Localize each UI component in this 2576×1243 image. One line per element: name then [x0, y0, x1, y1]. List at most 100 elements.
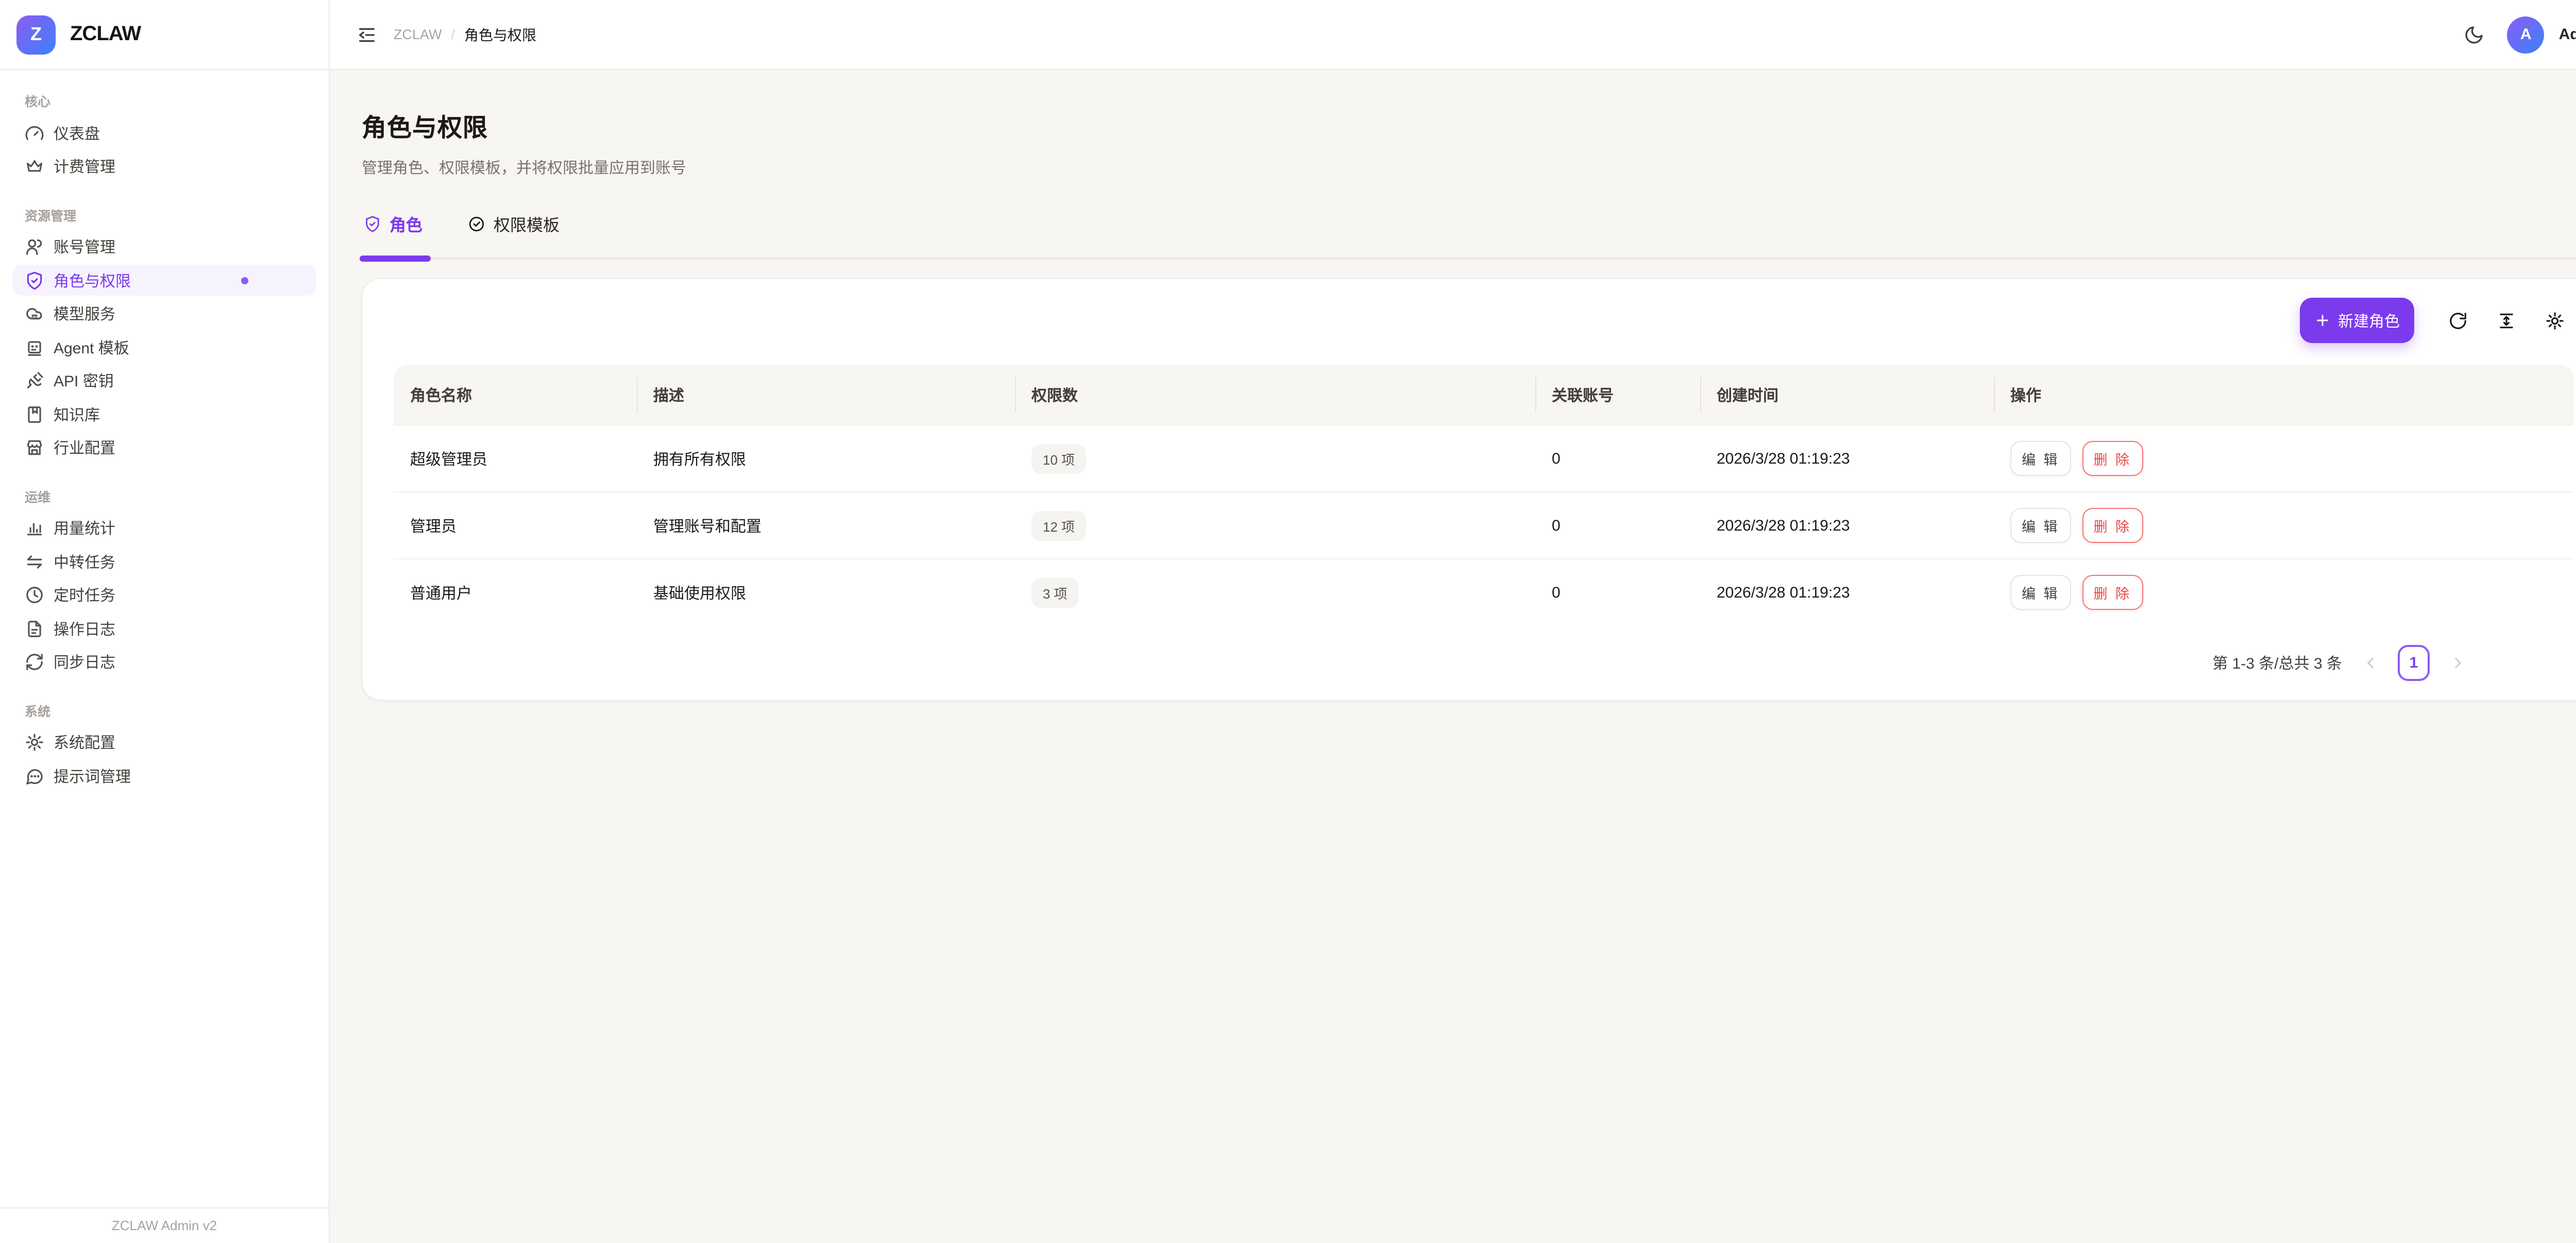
sidebar-item-model-services[interactable]: 模型服务 [12, 298, 316, 329]
brand-logo-letter: Z [30, 24, 42, 45]
file-text-icon [25, 619, 44, 638]
refresh-table-button[interactable] [2438, 301, 2477, 340]
app-version: ZCLAW Admin v2 [112, 1218, 217, 1233]
edit-button[interactable]: 编 辑 [2010, 508, 2071, 543]
sidebar-item-label: API 密钥 [54, 370, 114, 391]
shell: ZCLAW / 角色与权限 A Admin 角色与权限 管理角色、权限模板，并将… [330, 0, 2576, 1243]
cell-role-name: 管理员 [394, 515, 637, 536]
column-header-actions: 操作 [1994, 365, 2574, 424]
users-icon [25, 237, 44, 257]
main-content: 角色与权限 管理角色、权限模板，并将权限批量应用到账号 角色 权限模板 [330, 70, 2576, 1243]
sidebar-item-agent-templates[interactable]: Agent 模板 [12, 332, 316, 363]
table-row: 超级管理员 拥有所有权限 10 项 0 2026/3/28 01:19:23 编… [394, 424, 2574, 491]
sidebar-item-usage-stats[interactable]: 用量统计 [12, 513, 316, 543]
column-header-linked-accounts: 关联账号 [1535, 365, 1700, 424]
circle-check-icon [468, 215, 485, 232]
cell-description: 拥有所有权限 [637, 448, 1015, 469]
sidebar-item-prompt-management[interactable]: 提示词管理 [12, 760, 316, 791]
roles-table: 角色名称 描述 权限数 关联账号 创建时间 操作 超级管理员 拥有所有权限 10… [394, 365, 2574, 625]
page-subtitle: 管理角色、权限模板，并将权限批量应用到账号 [362, 157, 2576, 178]
message-dots-icon [25, 766, 44, 786]
cell-description: 管理账号和配置 [637, 515, 1015, 536]
swap-arrows-icon [25, 552, 44, 571]
cell-linked-accounts: 0 [1535, 517, 1700, 534]
breadcrumb-current: 角色与权限 [464, 24, 536, 45]
sidebar-item-label: 行业配置 [54, 437, 115, 458]
column-header-created-at: 创建时间 [1700, 365, 1994, 424]
pagination-summary: 第 1-3 条/总共 3 条 [2212, 652, 2342, 673]
cell-actions: 编 辑 删 除 [1994, 508, 2574, 543]
prev-page-button[interactable] [2357, 649, 2383, 676]
sidebar-item-label: Agent 模板 [54, 336, 129, 358]
sidebar-collapse-button[interactable] [348, 16, 385, 53]
sidebar-item-label: 同步日志 [54, 651, 115, 673]
column-header-role-name: 角色名称 [394, 365, 637, 424]
brand-name: ZCLAW [70, 23, 141, 46]
edit-button[interactable]: 编 辑 [2010, 575, 2071, 610]
delete-button[interactable]: 删 除 [2082, 441, 2143, 476]
sidebar-item-knowledge-base[interactable]: 知识库 [12, 399, 316, 430]
user-name[interactable]: Admin [2559, 26, 2576, 43]
edit-button[interactable]: 编 辑 [2010, 441, 2071, 476]
panel-collapse-icon [357, 24, 377, 45]
reload-icon [2448, 311, 2467, 330]
sidebar-item-operation-logs[interactable]: 操作日志 [12, 613, 316, 644]
topbar-right: A Admin [2456, 16, 2576, 53]
avatar[interactable]: A [2507, 16, 2545, 53]
nav-section-ops: 运维 [12, 486, 316, 505]
sidebar-item-billing[interactable]: 计费管理 [12, 151, 316, 182]
table-row: 管理员 管理账号和配置 12 项 0 2026/3/28 01:19:23 编 … [394, 491, 2574, 558]
sidebar-item-roles-permissions[interactable]: 角色与权限 [12, 265, 316, 296]
tab-label: 角色 [389, 211, 422, 236]
sidebar-item-api-keys[interactable]: API 密钥 [12, 365, 316, 396]
tab-roles[interactable]: 角色 [362, 211, 425, 258]
sidebar-item-accounts[interactable]: 账号管理 [12, 231, 316, 262]
sidebar-item-label: 定时任务 [54, 584, 115, 606]
sidebar-item-dashboard[interactable]: 仪表盘 [12, 117, 316, 148]
nav-section-core: 核心 [12, 91, 316, 110]
cell-linked-accounts: 0 [1535, 450, 1700, 467]
cell-actions: 编 辑 删 除 [1994, 575, 2574, 610]
avatar-letter: A [2520, 26, 2532, 43]
sidebar-item-label: 知识库 [54, 403, 100, 425]
gear-icon [25, 733, 44, 752]
permission-count-badge: 10 项 [1031, 444, 1086, 473]
table-settings-button[interactable] [2535, 301, 2574, 340]
gear-icon [2545, 311, 2564, 330]
breadcrumb-root[interactable]: ZCLAW [394, 27, 442, 42]
cell-role-name: 超级管理员 [394, 448, 637, 469]
sidebar-item-label: 提示词管理 [54, 765, 131, 787]
cell-linked-accounts: 0 [1535, 584, 1700, 601]
new-role-button[interactable]: 新建角色 [2300, 298, 2414, 343]
bar-chart-icon [25, 518, 44, 538]
roles-card: 新建角色 [362, 278, 2576, 701]
cell-description: 基础使用权限 [637, 582, 1015, 603]
plug-icon [25, 371, 44, 390]
sidebar-item-label: 模型服务 [54, 303, 115, 325]
tab-permission-templates[interactable]: 权限模板 [466, 211, 562, 258]
sidebar-item-industry-config[interactable]: 行业配置 [12, 432, 316, 463]
chevron-right-icon [2449, 654, 2466, 671]
sidebar: Z ZCLAW 核心 仪表盘 计费管理 资源管理 [0, 0, 330, 1243]
sidebar-item-relay-tasks[interactable]: 中转任务 [12, 546, 316, 577]
page-number-1[interactable]: 1 [2398, 644, 2430, 680]
cloud-model-icon [25, 304, 44, 323]
permission-count-badge: 3 项 [1031, 577, 1079, 607]
delete-button[interactable]: 删 除 [2082, 508, 2143, 543]
sidebar-item-scheduled-tasks[interactable]: 定时任务 [12, 580, 316, 610]
shield-check-icon [25, 270, 44, 290]
dark-mode-toggle[interactable] [2456, 16, 2493, 53]
brand-logo: Z [16, 15, 56, 54]
cell-actions: 编 辑 删 除 [1994, 441, 2574, 476]
brand-header: Z ZCLAW [0, 0, 329, 70]
row-density-button[interactable] [2486, 301, 2526, 340]
sidebar-item-system-config[interactable]: 系统配置 [12, 727, 316, 758]
next-page-button[interactable] [2444, 649, 2471, 676]
sidebar-item-sync-logs[interactable]: 同步日志 [12, 646, 316, 677]
cell-created-at: 2026/3/28 01:19:23 [1700, 517, 1994, 534]
sidebar-item-label: 账号管理 [54, 236, 115, 258]
delete-button[interactable]: 删 除 [2082, 575, 2143, 610]
breadcrumb: ZCLAW / 角色与权限 [394, 24, 536, 45]
tab-bar: 角色 权限模板 [362, 211, 2576, 260]
sidebar-item-label: 计费管理 [54, 156, 115, 177]
